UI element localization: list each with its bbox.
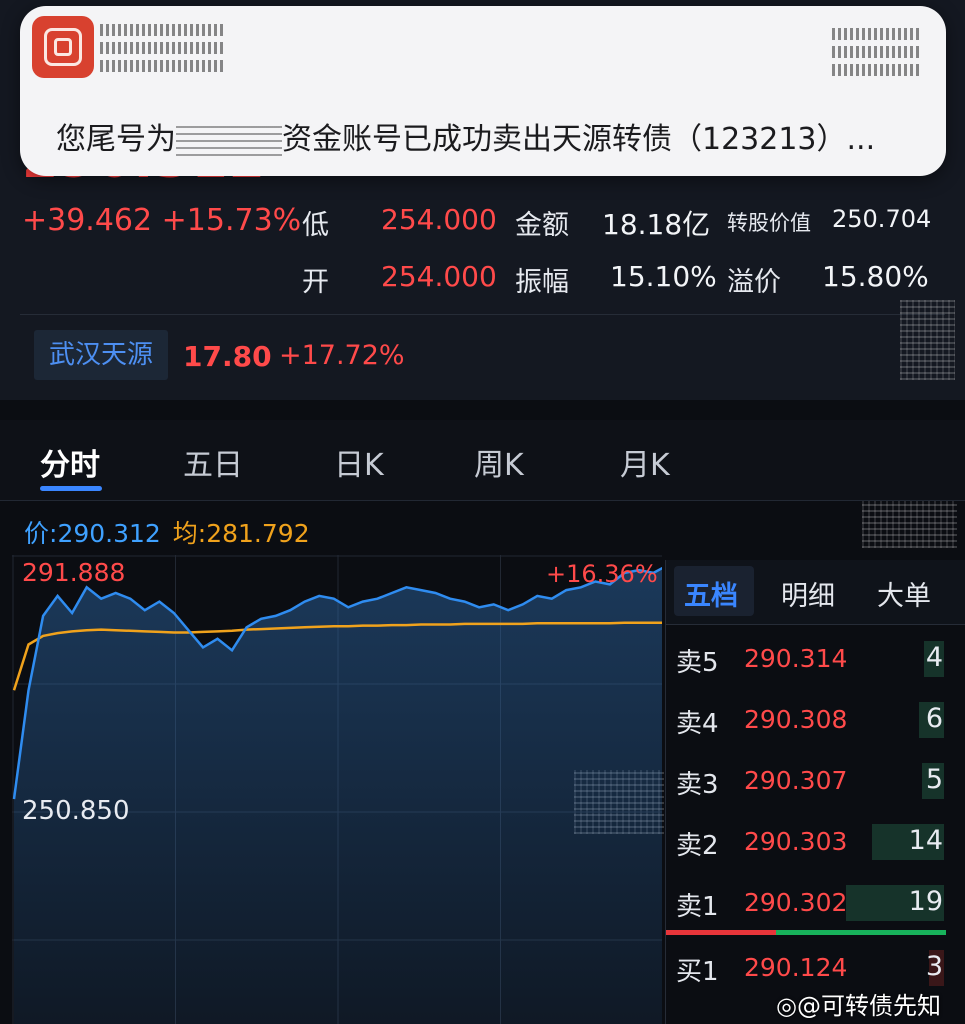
ask-volume: 19 xyxy=(908,886,943,917)
artifact xyxy=(900,300,955,380)
underlying-pct: +17.72% xyxy=(279,340,405,371)
artifact xyxy=(862,496,957,548)
ask-level-label: 卖2 xyxy=(676,831,719,861)
notification-banner[interactable]: 您尾号为 资金账号已成功卖出天源转债（123213）... xyxy=(20,6,946,176)
ask-price[interactable]: 290.314 xyxy=(744,644,847,673)
conv-value: 250.704 xyxy=(832,205,932,233)
ask-volume: 4 xyxy=(925,642,943,673)
price-value: 290.312 xyxy=(57,519,161,548)
price-change: +39.462 xyxy=(22,203,153,238)
broker-app-icon xyxy=(32,16,94,78)
chart-pct-label: +16.36% xyxy=(546,560,658,588)
notification-prefix: 您尾号为 xyxy=(56,122,176,157)
artifact xyxy=(832,64,922,76)
price-avg-row: 价:290.312 均:281.792 xyxy=(24,514,310,550)
ask-price[interactable]: 290.302 xyxy=(744,888,847,917)
underlying-stock-tag[interactable]: 武汉天源 xyxy=(34,330,168,380)
tab-five-day[interactable]: 五日 xyxy=(183,440,243,484)
ask-level-label: 卖1 xyxy=(676,892,719,922)
low-label: 低 xyxy=(302,210,329,241)
bid-ask-ratio-bar xyxy=(666,930,946,935)
tab-weekly-k[interactable]: 周K xyxy=(474,440,524,484)
notification-suffix: 资金账号已成功卖出天源转债（123213）... xyxy=(282,122,876,157)
price-change-pct: +15.73% xyxy=(161,203,302,238)
active-tab-indicator xyxy=(40,486,102,491)
ask-volume: 5 xyxy=(925,764,943,795)
chart-high-label: 291.888 xyxy=(22,558,126,587)
watermark: ◎@可转债先知 xyxy=(776,986,941,1021)
amplitude-value: 15.10% xyxy=(610,260,717,293)
bid-level-label: 买1 xyxy=(676,957,719,987)
ask-level-label: 卖4 xyxy=(676,709,719,739)
ask-volume: 14 xyxy=(908,825,943,856)
change-row: +39.462 +15.73% xyxy=(22,203,301,238)
tab-details[interactable]: 明细 xyxy=(781,574,835,613)
premium-value: 15.80% xyxy=(822,260,929,293)
artifact xyxy=(832,28,922,40)
conv-value-label: 转股价值 xyxy=(727,211,811,235)
ask-price[interactable]: 290.303 xyxy=(744,827,847,856)
amount-value: 18.18亿 xyxy=(602,208,711,241)
tab-five-levels[interactable]: 五档 xyxy=(684,574,738,613)
open-value: 254.000 xyxy=(381,260,497,293)
amplitude-label: 振幅 xyxy=(515,267,569,298)
avg-value: 281.792 xyxy=(206,519,310,548)
premium-label: 溢价 xyxy=(727,267,781,298)
chart-low-label: 250.850 xyxy=(22,796,130,826)
price-label: 价: xyxy=(24,519,58,548)
bid-price[interactable]: 290.124 xyxy=(744,953,847,982)
open-label: 开 xyxy=(302,267,329,298)
tab-daily-k[interactable]: 日K xyxy=(334,440,384,484)
artifact xyxy=(100,42,225,54)
low-value: 254.000 xyxy=(381,203,497,236)
tab-monthly-k[interactable]: 月K xyxy=(620,440,670,484)
section-gap xyxy=(0,400,965,420)
ask-level-label: 卖5 xyxy=(676,648,719,678)
tab-intraday[interactable]: 分时 xyxy=(40,440,100,484)
artifact xyxy=(100,24,225,36)
avg-label: 均: xyxy=(172,519,207,548)
underlying-price: 17.80 xyxy=(183,340,272,373)
intraday-chart[interactable] xyxy=(12,555,662,1024)
weibo-icon: ◎ xyxy=(776,992,797,1020)
tabs-divider xyxy=(0,500,965,501)
ask-price[interactable]: 290.307 xyxy=(744,766,847,795)
artifact xyxy=(832,46,922,58)
ask-price[interactable]: 290.308 xyxy=(744,705,847,734)
redacted-account xyxy=(176,125,282,156)
amount-label: 金额 xyxy=(515,210,569,241)
ask-volume: 6 xyxy=(925,703,943,734)
watermark-text: @可转债先知 xyxy=(796,992,941,1020)
notification-text: 您尾号为 资金账号已成功卖出天源转债（123213）... xyxy=(56,114,875,158)
quote-divider xyxy=(20,314,945,315)
ask-level-label: 卖3 xyxy=(676,770,719,800)
price-area xyxy=(14,568,662,1024)
artifact xyxy=(100,60,225,72)
tab-big-orders[interactable]: 大单 xyxy=(877,574,931,613)
bid-volume: 3 xyxy=(925,951,943,982)
